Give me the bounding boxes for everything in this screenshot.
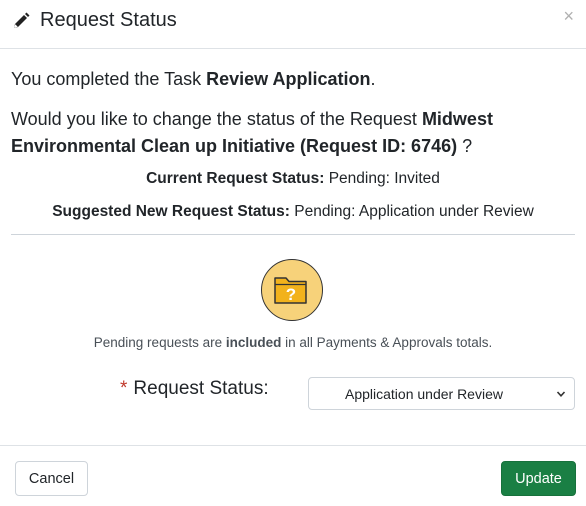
request-status-select[interactable]: Application under Review	[308, 377, 575, 410]
request-status-dialog: Request Status × You completed the Task …	[0, 0, 586, 506]
suggested-status-label: Suggested New Request Status:	[52, 203, 290, 220]
completed-suffix: .	[370, 69, 376, 89]
current-status-row: Current Request Status: Pending: Invited	[0, 170, 586, 188]
current-status-value: Pending: Invited	[328, 170, 440, 187]
task-completed-message: You completed the Task Review Applicatio…	[11, 69, 376, 90]
suggested-status-row: Suggested New Request Status: Pending: A…	[0, 203, 586, 221]
change-status-question: Would you like to change the status of t…	[11, 106, 576, 160]
close-icon[interactable]: ×	[563, 6, 574, 27]
request-status-label-text: Request Status:	[133, 378, 269, 399]
request-status-selected-value: Application under Review	[345, 386, 503, 402]
note-prefix: Pending requests are	[93, 335, 226, 350]
completed-prefix: You completed the Task	[11, 69, 207, 89]
task-name: Review Application	[206, 69, 371, 89]
request-status-label: * Request Status:	[120, 378, 269, 400]
dialog-header: Request Status ×	[0, 0, 586, 49]
dialog-title: Request Status	[40, 9, 177, 31]
question-mark: ?	[286, 285, 296, 304]
chevron-down-icon	[556, 391, 566, 397]
folder-question-icon: ?	[261, 259, 323, 321]
update-button[interactable]: Update	[501, 461, 576, 496]
question-prefix: Would you like to change the status of t…	[11, 109, 422, 129]
footer-divider	[0, 445, 586, 446]
note-bold: included	[225, 335, 282, 350]
cancel-button[interactable]: Cancel	[15, 461, 88, 496]
required-marker: *	[120, 378, 128, 399]
pencil-icon	[14, 12, 30, 28]
pending-note: Pending requests are included in all Pay…	[0, 335, 586, 350]
suggested-status-value: Pending: Application under Review	[294, 203, 534, 220]
question-suffix: ?	[457, 136, 473, 156]
divider	[11, 234, 575, 235]
note-suffix: in all Payments & Approvals totals.	[281, 335, 493, 350]
current-status-label: Current Request Status:	[146, 170, 325, 187]
